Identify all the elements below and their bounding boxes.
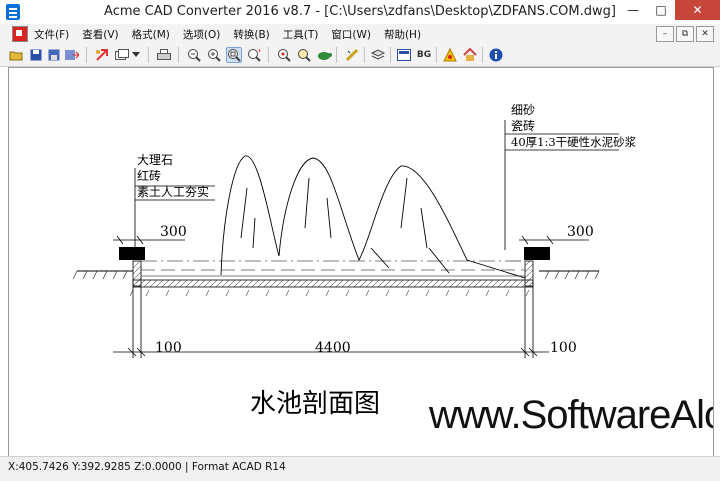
status-bar: X:405.7426 Y:392.9285 Z:0.0000 | Format … (0, 456, 720, 481)
maximize-icon[interactable]: □ (647, 0, 675, 20)
title-bar: Acme CAD Converter 2016 v8.7 - [C:\Users… (0, 0, 720, 25)
label-fine-sand: 细砂 (511, 103, 535, 117)
bg-toggle-icon[interactable]: BG (416, 47, 432, 63)
menu-bar: 文件(F) 查看(V) 格式(M) 选项(O) 转换(B) 工具(T) 窗口(W… (0, 24, 720, 45)
label-mortar: 40厚1:3干硬性水泥砂浆 (511, 135, 637, 149)
batch-icon[interactable] (114, 47, 130, 63)
dim-bottom-left: 100 (155, 340, 182, 356)
close-icon[interactable]: ✕ (675, 0, 720, 20)
pool-basin (129, 260, 534, 297)
mdi-restore-icon[interactable]: ⧉ (676, 26, 694, 42)
toolbar: BG (0, 44, 720, 67)
drawing-title: 水池剖面图 (250, 389, 380, 419)
mdi-close-icon[interactable]: ✕ (696, 26, 714, 42)
left-annotation: 大理石 红砖 素土人工夯实 (137, 153, 209, 199)
label-tile: 瓷砖 (511, 118, 535, 133)
menu-options[interactable]: 选项(O) (183, 27, 220, 42)
coping-stones (119, 247, 550, 260)
print-icon[interactable] (156, 47, 172, 63)
right-annotation: 细砂 瓷砖 40厚1:3干硬性水泥砂浆 (511, 103, 637, 149)
minimize-icon[interactable]: — (619, 0, 647, 20)
turtle-icon[interactable] (316, 47, 332, 63)
menu-view[interactable]: 查看(V) (82, 27, 118, 42)
label-rammed-earth: 素土人工夯实 (137, 184, 209, 199)
info-icon[interactable] (488, 47, 504, 63)
pan-icon[interactable] (276, 47, 292, 63)
window-title: Acme CAD Converter 2016 v8.7 - [C:\Users… (104, 4, 616, 19)
label-red-brick: 红砖 (137, 168, 161, 183)
label-marble: 大理石 (137, 153, 173, 167)
zoom-in-icon[interactable] (206, 47, 222, 63)
drawing-canvas[interactable]: 大理石 红砖 素土人工夯实 细砂 瓷砖 40厚1:3干硬性水泥砂浆 300 30… (8, 67, 720, 457)
dim-left-top: 300 (160, 224, 187, 240)
menu-window[interactable]: 窗口(W) (331, 27, 371, 42)
save-as-icon[interactable] (46, 47, 62, 63)
layout-icon[interactable] (396, 47, 412, 63)
measure-icon[interactable] (344, 47, 360, 63)
rockery-outline (220, 155, 526, 279)
mdi-minimize-icon[interactable]: – (656, 26, 674, 42)
dim-bottom-mid: 4400 (315, 340, 351, 356)
menu-convert[interactable]: 转换(B) (233, 27, 269, 42)
home-icon[interactable] (462, 47, 478, 63)
layers-icon[interactable] (370, 47, 386, 63)
convert-icon[interactable] (94, 47, 110, 63)
cad-drawing: 大理石 红砖 素土人工夯实 细砂 瓷砖 40厚1:3干硬性水泥砂浆 300 30… (72, 103, 720, 437)
dim-right-top: 300 (567, 224, 594, 240)
zoom-realtime-icon[interactable] (246, 47, 262, 63)
watermark-text: www.SoftwareAlots.com (428, 393, 713, 437)
menu-tools[interactable]: 工具(T) (283, 27, 319, 42)
save-icon[interactable] (28, 47, 44, 63)
menu-file[interactable]: 文件(F) (34, 27, 69, 42)
find-icon[interactable] (296, 47, 312, 63)
warning-icon[interactable] (442, 47, 458, 63)
menu-format[interactable]: 格式(M) (132, 27, 170, 42)
dim-bottom-right: 100 (550, 340, 577, 356)
menu-help[interactable]: 帮助(H) (384, 27, 421, 42)
ground-line (72, 270, 600, 280)
document-icon[interactable] (12, 26, 28, 42)
window-controls: — □ ✕ (619, 0, 720, 22)
dropdown-icon[interactable] (131, 47, 141, 63)
export-icon[interactable] (64, 47, 80, 63)
status-coordinates: X:405.7426 Y:392.9285 Z:0.0000 | Format … (8, 461, 286, 473)
zoom-window-icon[interactable] (226, 47, 242, 63)
leader-lines (113, 120, 619, 358)
zoom-out-icon[interactable] (186, 47, 202, 63)
open-icon[interactable] (8, 47, 24, 63)
